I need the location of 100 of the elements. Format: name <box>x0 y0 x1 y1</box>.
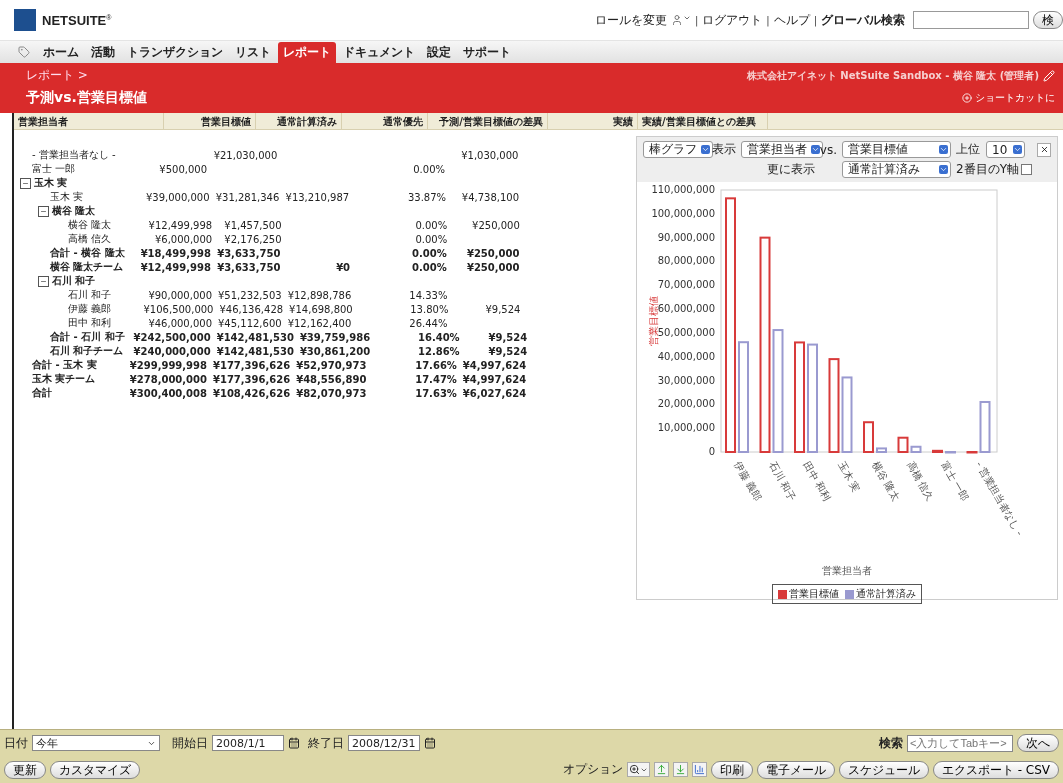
chart-type-select[interactable]: 棒グラフ <box>643 141 713 158</box>
column-header[interactable]: 予測/営業目標値の差異 <box>428 113 548 129</box>
more-label: 更に表示 <box>766 161 815 178</box>
table-cell: ¥4,738,100 <box>461 191 520 203</box>
user-icon[interactable] <box>670 14 691 26</box>
header-link[interactable]: ログアウト <box>702 11 763 29</box>
nav-tab[interactable]: 活動 <box>86 42 120 63</box>
table-cell: ¥12,499,998 <box>148 219 213 231</box>
column-header[interactable]: 実績 <box>548 113 638 129</box>
column-header[interactable]: 通常優先 <box>342 113 428 129</box>
table-cell: ¥48,556,890 <box>296 373 367 385</box>
date-select[interactable]: 今年 <box>32 735 160 752</box>
next-button[interactable]: 次へ <box>1017 734 1059 753</box>
caret-icon[interactable] <box>939 165 949 174</box>
table-cell: ¥250,000 <box>466 261 520 273</box>
pencil-icon <box>1043 69 1055 82</box>
action-button[interactable]: 電子メール <box>756 760 835 779</box>
nav-tab[interactable]: トランザクション <box>122 42 228 63</box>
global-search-link[interactable]: グローバル検索 <box>821 11 905 29</box>
nav-tab[interactable]: 設定 <box>422 42 456 63</box>
nav-tab[interactable]: レポート <box>278 42 336 63</box>
y-tick-label: 70,000,000 <box>657 279 715 291</box>
nav-tab[interactable]: サポート <box>458 42 516 63</box>
table-cell: ¥46,000,000 <box>148 317 212 329</box>
date-label: 日付 <box>4 734 28 752</box>
y-axis-title: 営業目標値 <box>648 296 659 346</box>
table-cell: ¥14,698,800 <box>289 303 353 315</box>
breadcrumb-link[interactable]: レポート > <box>26 67 88 84</box>
table-cell: 0.00% <box>411 247 447 259</box>
header-link[interactable]: ヘルプ <box>773 11 810 29</box>
action-button[interactable]: 印刷 <box>710 760 753 779</box>
y-tick-label: 40,000,000 <box>657 350 715 362</box>
bar <box>863 421 874 453</box>
caret-icon[interactable] <box>810 145 820 154</box>
search-field[interactable] <box>913 11 1029 29</box>
y-tick-label: 50,000,000 <box>657 326 715 338</box>
refresh-button[interactable]: 更新 <box>4 760 46 779</box>
table-cell: ¥12,898,786 <box>287 289 352 301</box>
end-date-field[interactable]: 2008/12/31 <box>348 735 420 752</box>
plus-icon[interactable] <box>962 93 972 103</box>
caret-icon[interactable] <box>1013 145 1022 154</box>
logo: NETSUITE$^{®}$ <box>42 12 112 28</box>
download-icon[interactable] <box>672 762 688 778</box>
checkbox[interactable] <box>1021 164 1032 175</box>
tag-icon[interactable] <box>18 46 30 58</box>
x-tick-label: 伊藤 義郎 <box>732 459 764 503</box>
table-cell: 26.44% <box>409 317 448 329</box>
upload-icon[interactable] <box>653 762 669 778</box>
row-label: 横谷 隆太 <box>52 204 96 218</box>
vs-select[interactable]: 営業目標値 <box>842 141 952 158</box>
row-label: 横谷 隆太チーム <box>50 260 124 274</box>
account-name: 株式会社アイネット NetSuite Sandbox - 横谷 隆太 (管理者) <box>746 68 1039 83</box>
nav-tab[interactable]: ホーム <box>38 42 84 63</box>
search-field[interactable]: <入力してTabキー> <box>907 734 1013 752</box>
column-header[interactable]: 営業担当者 <box>14 113 164 129</box>
table-cell: ¥12,499,998 <box>140 261 211 273</box>
page-title: 予測vs.営業目標値 <box>26 89 147 107</box>
nav-tab[interactable]: リスト <box>230 42 276 63</box>
table-cell: ¥142,481,530 <box>216 345 294 357</box>
table-cell: ¥0 <box>336 261 351 273</box>
collapse-icon[interactable] <box>20 177 31 189</box>
y-tick-label: 10,000,000 <box>657 422 715 434</box>
end-date-label: 終了日 <box>308 734 344 752</box>
nav-tab[interactable]: ドキュメント <box>338 42 420 63</box>
calendar-icon[interactable] <box>424 737 436 750</box>
legend-label: 通常計算済み <box>856 587 916 601</box>
more-select[interactable]: 通常計算済み <box>842 161 952 178</box>
table-cell: ¥142,481,530 <box>216 331 294 343</box>
search-button[interactable]: 検 <box>1033 11 1063 29</box>
table-cell: ¥177,396,626 <box>213 359 291 371</box>
show-label: 表示 <box>711 141 736 158</box>
table-cell: ¥45,112,600 <box>218 317 282 329</box>
table-cell: ¥13,210,987 <box>285 191 350 203</box>
header-link[interactable]: ロールを変更 <box>594 11 667 29</box>
column-header[interactable]: 通常計算済み <box>256 113 342 129</box>
table-cell: 33.87% <box>407 191 447 203</box>
zoom-icon[interactable] <box>626 762 650 778</box>
row-label: 合計 <box>32 386 52 400</box>
table-cell: ¥250,000 <box>472 219 520 231</box>
column-header[interactable]: 実績/営業目標値との差異 <box>638 113 768 129</box>
collapse-icon[interactable] <box>38 205 49 217</box>
action-button[interactable]: エクスポート - CSV <box>932 760 1059 779</box>
table-cell: ¥106,500,000 <box>143 303 214 315</box>
table-cell: ¥500,000 <box>159 163 208 175</box>
shortcut-link[interactable]: ショートカットに <box>975 91 1055 105</box>
x-tick-label: 横谷 隆太 <box>870 459 902 503</box>
collapse-icon[interactable] <box>38 275 49 287</box>
column-header[interactable]: 営業目標値 <box>164 113 256 129</box>
table-cell: ¥3,633,750 <box>217 247 281 259</box>
row-label: 石川 和子チーム <box>50 344 124 358</box>
top-select[interactable]: 10 <box>986 141 1025 158</box>
start-date-field[interactable]: 2008/1/1 <box>212 735 284 752</box>
caret-icon[interactable] <box>701 145 710 154</box>
bar-chart-icon[interactable] <box>691 762 707 778</box>
table-cell: ¥18,499,998 <box>140 247 211 259</box>
customize-button[interactable]: カスタマイズ <box>50 760 140 779</box>
caret-icon[interactable] <box>939 145 949 154</box>
action-button[interactable]: スケジュール <box>838 760 929 779</box>
calendar-icon[interactable] <box>288 737 300 750</box>
table-cell: ¥30,861,200 <box>299 345 371 357</box>
